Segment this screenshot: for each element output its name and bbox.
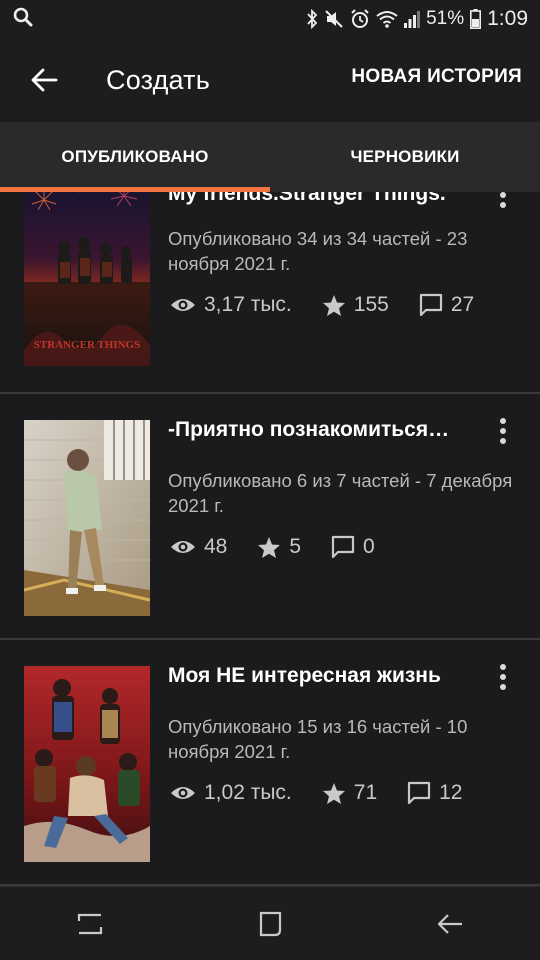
status-bar: 51% 1:09 — [0, 0, 540, 38]
story-publish-info: Опубликовано 34 из 34 частей - 23 ноября… — [168, 228, 468, 274]
screen: 51% 1:09 Создать НОВАЯ ИСТОРИЯ ОПУБЛИКОВ… — [0, 0, 540, 960]
tab-drafts[interactable]: ЧЕРНОВИКИ — [270, 122, 540, 192]
tab-published-label: ОПУБЛИКОВАНО — [61, 147, 209, 166]
story-title[interactable]: Моя НЕ интересная жизнь — [168, 664, 480, 688]
eye-icon — [171, 299, 195, 311]
star-icon — [322, 782, 345, 804]
back-button[interactable] — [12, 48, 76, 112]
recent-apps-button[interactable] — [50, 894, 130, 954]
tab-bar: ОПУБЛИКОВАНО ЧЕРНОВИКИ — [0, 122, 540, 192]
story-menu-button[interactable] — [490, 660, 516, 694]
story-list[interactable]: STRANGER THINGS My friends.Stranger Thin… — [0, 192, 540, 886]
alarm-icon — [350, 9, 370, 29]
dot — [500, 684, 506, 690]
story-menu-button[interactable] — [490, 414, 516, 448]
dot — [500, 664, 506, 670]
story-publish-info: Опубликовано 15 из 16 частей - 10 ноября… — [168, 716, 468, 762]
home-button[interactable] — [230, 894, 310, 954]
page-title: Создать — [106, 64, 211, 95]
dot — [500, 438, 506, 444]
eye-icon — [171, 541, 195, 553]
dot — [500, 192, 506, 198]
cover-title-text: STRANGER THINGS — [34, 339, 140, 351]
views-count: 48 — [204, 535, 228, 558]
comments-stat: 0 — [331, 535, 375, 559]
story-item[interactable]: -Приятно познакомиться… Опубликовано 6 и… — [0, 394, 540, 640]
bluetooth-icon — [306, 9, 318, 29]
back-icon — [437, 913, 462, 934]
star-icon — [258, 536, 281, 558]
votes-stat: 5 — [257, 535, 301, 559]
votes-stat: 71 — [322, 781, 377, 805]
story-stats: 48 5 0 — [170, 532, 405, 562]
story-cover[interactable] — [24, 420, 150, 616]
votes-count: 71 — [353, 781, 378, 804]
comment-icon — [419, 293, 442, 317]
story-item[interactable]: STRANGER THINGS My friends.Stranger Thin… — [0, 192, 540, 394]
app-header: Создать НОВАЯ ИСТОРИЯ — [0, 38, 540, 122]
signal-icon — [404, 10, 421, 28]
battery-percent: 51% — [426, 8, 465, 29]
votes-count: 155 — [353, 293, 389, 316]
battery-icon — [470, 9, 482, 29]
dot — [500, 428, 506, 434]
comments-count: 0 — [363, 535, 375, 558]
eye-icon — [171, 787, 195, 799]
votes-count: 5 — [289, 535, 302, 558]
dot — [500, 202, 506, 208]
views-stat: 3,17 тыс. — [170, 293, 292, 317]
tab-drafts-label: ЧЕРНОВИКИ — [350, 147, 460, 166]
views-count: 3,17 тыс. — [204, 293, 292, 316]
story-stats: 3,17 тыс. 155 27 — [170, 290, 504, 320]
story-stats: 1,02 тыс. 71 12 — [170, 778, 492, 808]
comments-count: 27 — [450, 293, 475, 316]
story-cover[interactable] — [24, 666, 150, 862]
comments-stat: 12 — [407, 781, 462, 805]
story-title[interactable]: My friends.Stranger Things. — [168, 192, 480, 206]
story-cover[interactable]: STRANGER THINGS — [24, 192, 150, 366]
mute-icon — [324, 9, 344, 29]
wifi-icon — [376, 10, 398, 28]
home-icon — [259, 911, 282, 936]
views-count: 1,02 тыс. — [204, 781, 292, 804]
search-icon[interactable] — [12, 6, 34, 33]
clock: 1:09 — [487, 7, 528, 30]
views-stat: 1,02 тыс. — [170, 781, 292, 805]
comments-stat: 27 — [419, 293, 474, 317]
tab-published[interactable]: ОПУБЛИКОВАНО — [0, 122, 270, 192]
views-stat: 48 — [170, 535, 227, 559]
story-publish-info: Опубликовано 6 из 7 частей - 7 декабря 2… — [168, 470, 513, 516]
system-back-button[interactable] — [410, 894, 490, 954]
recent-apps-icon — [77, 913, 103, 934]
story-menu-button[interactable] — [490, 192, 516, 212]
dot — [500, 674, 506, 680]
new-story-button[interactable]: НОВАЯ ИСТОРИЯ — [351, 66, 522, 88]
comment-icon — [331, 535, 355, 559]
comments-count: 12 — [439, 781, 463, 804]
story-title[interactable]: -Приятно познакомиться… — [168, 418, 480, 442]
comment-icon — [408, 781, 431, 805]
arrow-left-icon — [31, 68, 58, 92]
votes-stat: 155 — [322, 293, 389, 317]
story-item[interactable]: Моя НЕ интересная жизнь Опубликовано 15 … — [0, 640, 540, 886]
dot — [500, 418, 506, 424]
system-nav-bar — [0, 886, 540, 960]
star-icon — [322, 294, 345, 316]
